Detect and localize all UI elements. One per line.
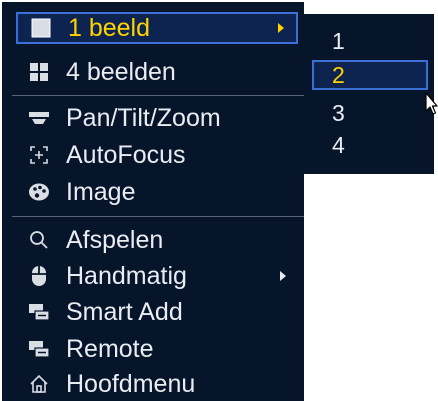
palette-icon [26, 179, 52, 205]
network-device-icon [26, 299, 52, 325]
submenu-item-4[interactable]: 4 [312, 130, 428, 160]
menu-item-label: Hoofdmenu [66, 370, 196, 398]
menu-item-label: Afspelen [66, 226, 164, 254]
submenu-item-1[interactable]: 1 [312, 26, 428, 56]
quad-view-icon [26, 59, 52, 85]
menu-divider [12, 216, 304, 217]
menu-item-remote[interactable]: Remote [16, 333, 298, 365]
submenu-1-beeld: 1 2 3 4 [304, 14, 434, 174]
submenu-item-3[interactable]: 3 [312, 98, 428, 128]
context-menu: 1 beeld 4 beelden Pan/Tilt/Zoom AutoFocu… [2, 2, 304, 401]
menu-item-image[interactable]: Image [16, 176, 298, 208]
menu-item-label: Handmatig [66, 262, 187, 290]
menu-item-label: Smart Add [66, 298, 183, 326]
network-device-icon [26, 336, 52, 362]
menu-item-label: Pan/Tilt/Zoom [66, 104, 221, 132]
menu-item-label: AutoFocus [66, 141, 186, 169]
single-view-icon [28, 15, 54, 41]
autofocus-icon [26, 142, 52, 168]
ptz-icon [26, 105, 52, 131]
menu-item-label: Image [66, 178, 136, 206]
mouse-icon [26, 263, 52, 289]
menu-item-smart-add[interactable]: Smart Add [16, 296, 298, 328]
menu-item-1-beeld[interactable]: 1 beeld [16, 12, 298, 44]
screen: 1 beeld 4 beelden Pan/Tilt/Zoom AutoFocu… [0, 0, 438, 401]
home-icon [26, 371, 52, 397]
menu-item-hoofdmenu[interactable]: Hoofdmenu [16, 368, 298, 400]
menu-item-afspelen[interactable]: Afspelen [16, 224, 298, 256]
menu-item-pan-tilt-zoom[interactable]: Pan/Tilt/Zoom [16, 102, 298, 134]
menu-item-label: 4 beelden [66, 58, 176, 86]
menu-item-label: Remote [66, 335, 154, 363]
submenu-item-2[interactable]: 2 [312, 60, 428, 90]
menu-divider [12, 95, 304, 96]
search-icon [26, 227, 52, 253]
submenu-arrow-icon [280, 271, 286, 281]
mouse-pointer-icon [425, 92, 438, 121]
menu-item-handmatig[interactable]: Handmatig [16, 260, 298, 292]
submenu-arrow-icon [278, 23, 284, 33]
menu-item-4-beelden[interactable]: 4 beelden [16, 56, 298, 88]
menu-item-autofocus[interactable]: AutoFocus [16, 139, 298, 171]
menu-item-label: 1 beeld [68, 14, 151, 42]
